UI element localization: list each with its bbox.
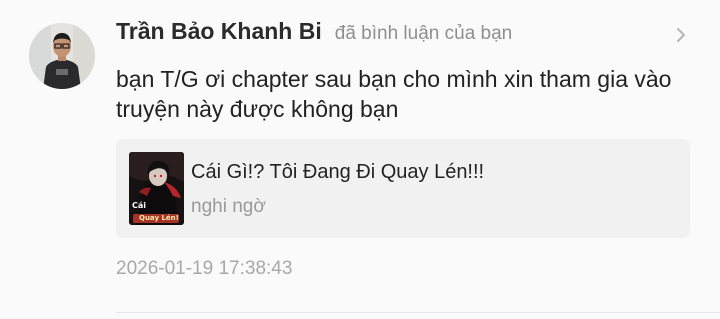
divider [116,312,720,313]
avatar-photo-icon [29,23,95,89]
notification-content: Trần Bảo Khanh Bi đã bình luận của bạn b… [116,18,692,280]
user-name[interactable]: Trần Bảo Khanh Bi [116,18,322,45]
comment-text: bạn T/G ơi chapter sau bạn cho mình xin … [116,66,672,122]
cover-title-text-top: Cái [132,201,147,210]
notification-header: Trần Bảo Khanh Bi đã bình luận của bạn [116,18,692,52]
story-cover[interactable]: Cái Quay Lén! [129,152,184,225]
comment-notification[interactable]: Trần Bảo Khanh Bi đã bình luận của bạn b… [0,0,720,319]
comment-timestamp: 2026-01-19 17:38:43 [116,258,293,279]
story-subtitle: nghi ngờ [191,196,266,217]
action-text: đã bình luận của bạn [334,23,513,44]
chevron-right-icon[interactable] [674,26,688,44]
user-avatar[interactable] [29,23,95,89]
cover-title-text-bottom: Quay Lén! [139,214,179,222]
linked-story-card[interactable]: Cái Quay Lén! Cái Gì!? Tôi Đang Đi Quay … [116,139,690,238]
story-title[interactable]: Cái Gì!? Tôi Đang Đi Quay Lén!!! [191,161,484,184]
